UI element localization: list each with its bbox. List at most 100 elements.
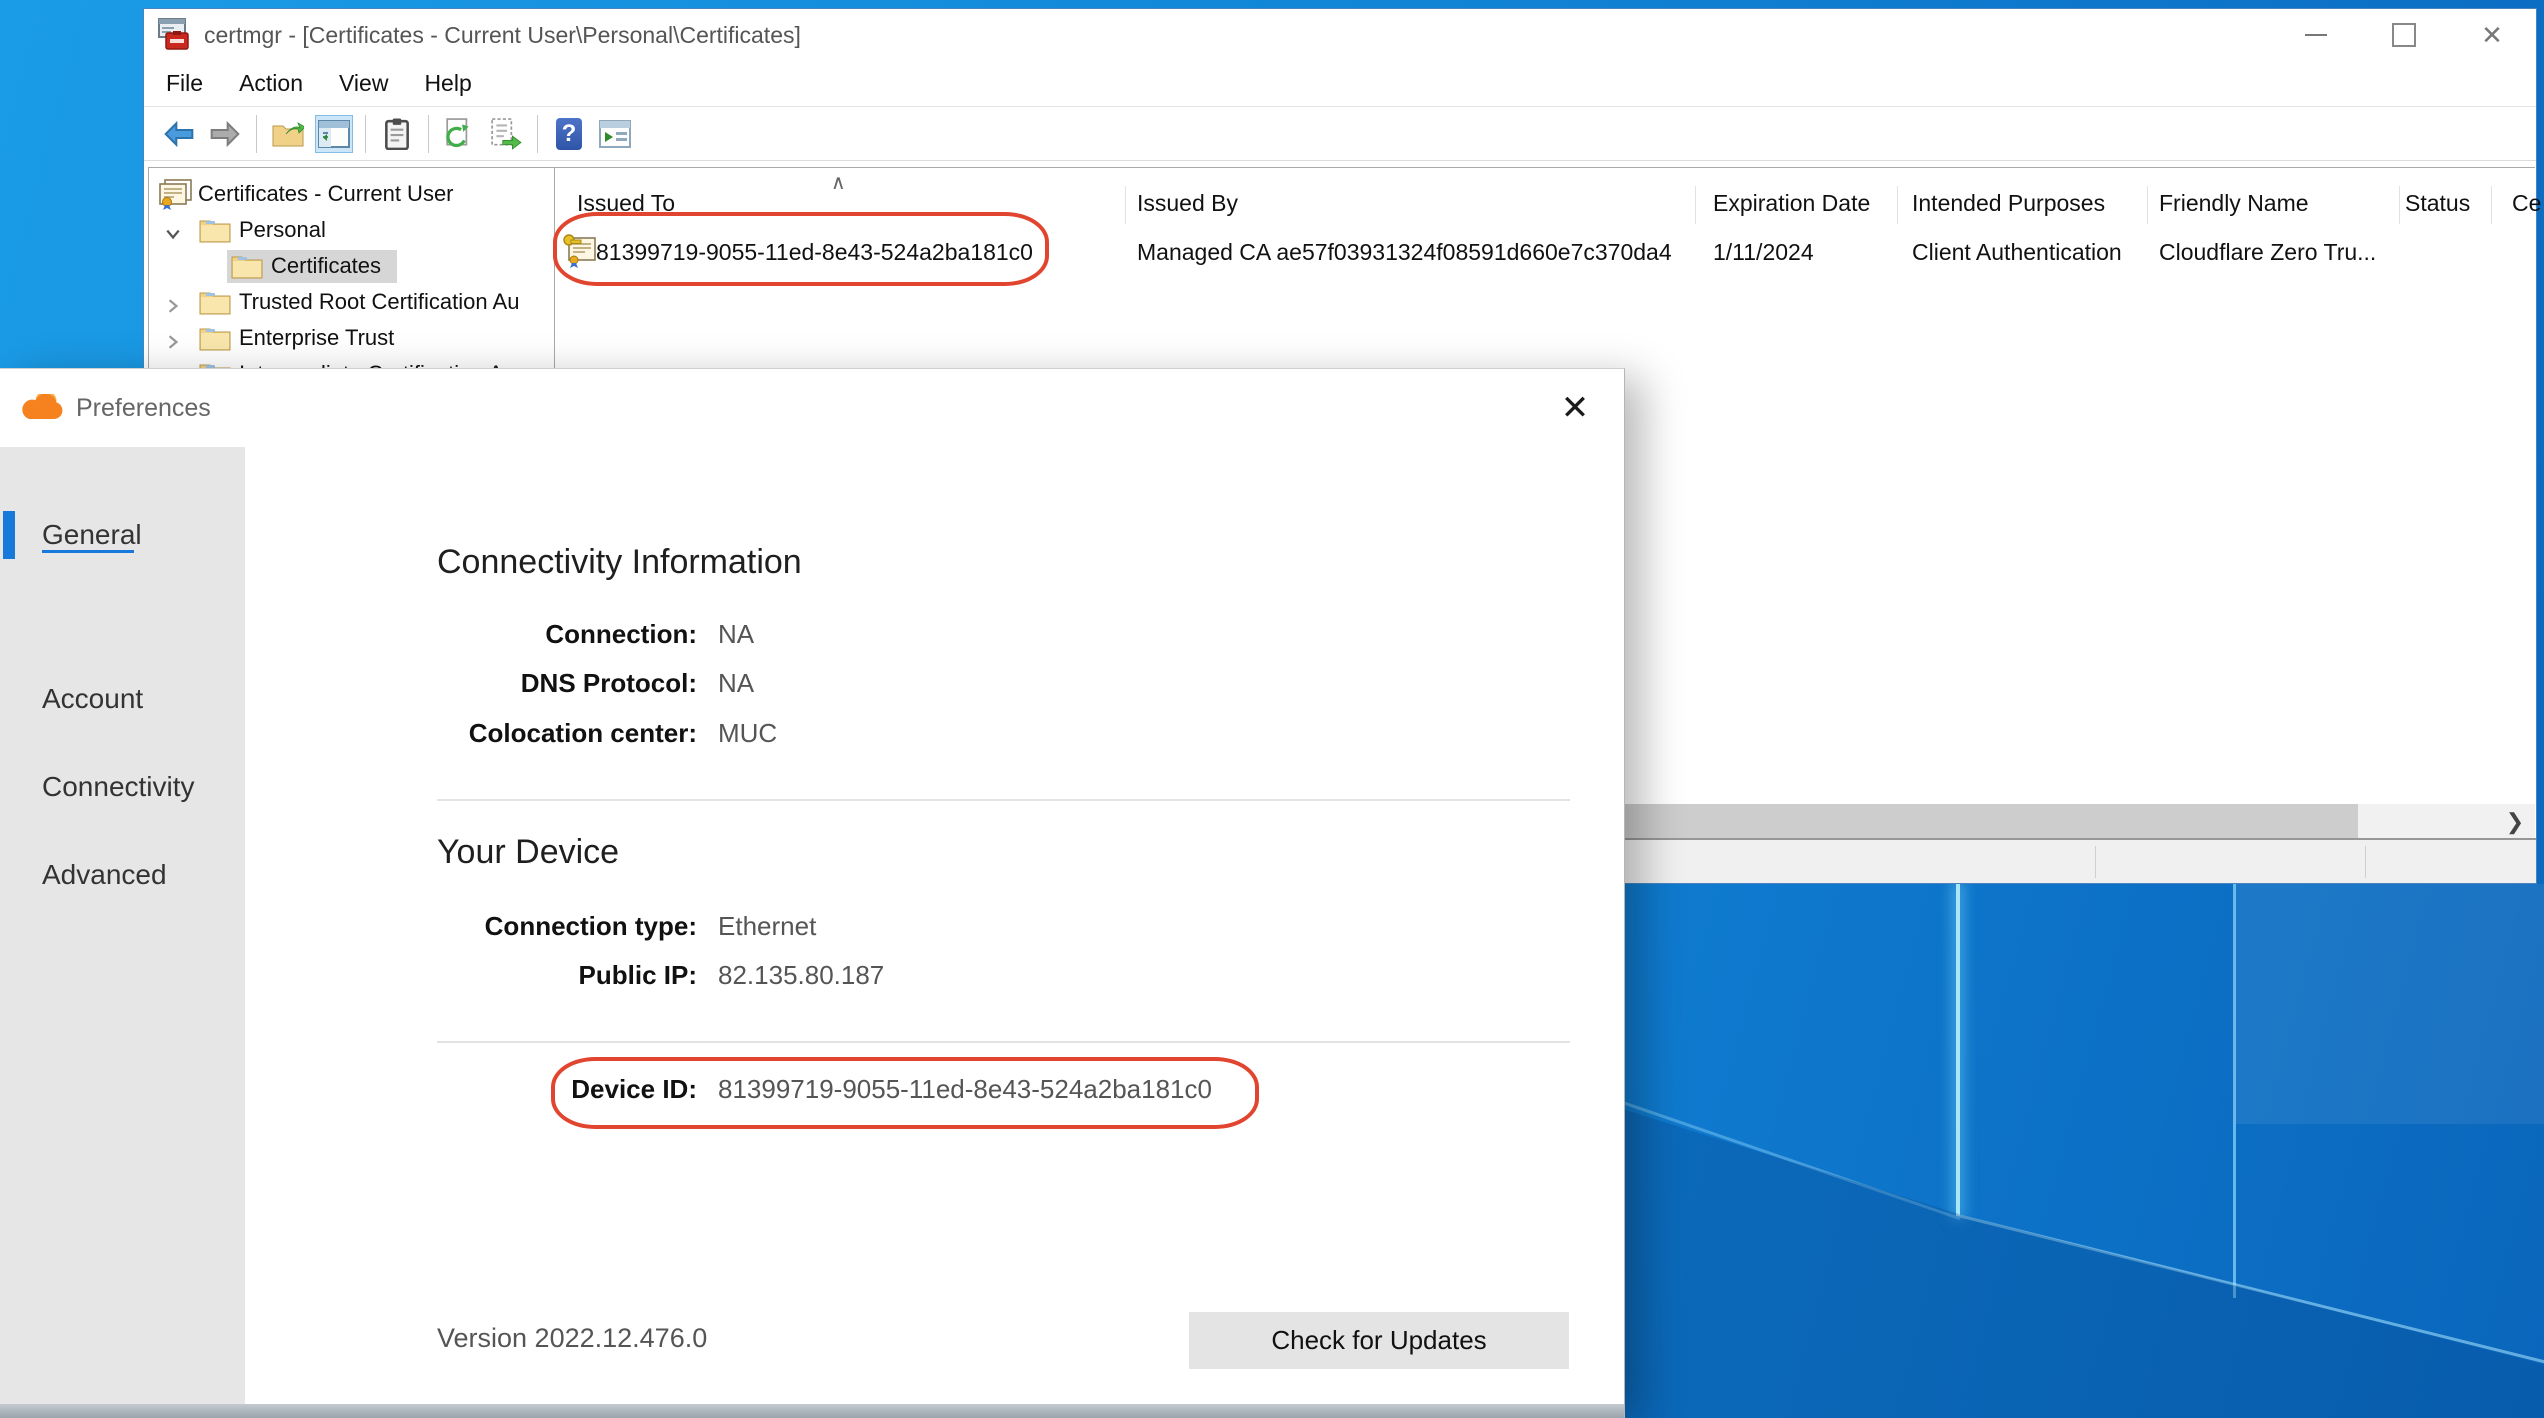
device-id-value: 81399719-9055-11ed-8e43-524a2ba181c0 xyxy=(718,1074,1212,1105)
refresh-icon xyxy=(444,118,476,150)
sidebar-item-general[interactable]: General xyxy=(42,519,142,551)
section-divider xyxy=(437,1041,1570,1043)
window-panel-icon xyxy=(599,118,631,150)
refresh-button[interactable] xyxy=(441,115,479,153)
folder-arrow-icon xyxy=(272,118,304,150)
back-button[interactable] xyxy=(160,115,198,153)
console-tree-icon xyxy=(318,118,350,150)
back-icon xyxy=(163,118,195,150)
preferences-window: Preferences ✕ General Account Connectivi… xyxy=(0,368,1625,1418)
column-header-ce[interactable]: Ce xyxy=(2512,190,2541,217)
tree-item-certificates-current-user[interactable]: Certificates - Current User xyxy=(149,176,554,212)
check-for-updates-button[interactable]: Check for Updates xyxy=(1189,1312,1569,1369)
colocation-center-label: Colocation center: xyxy=(245,718,697,749)
active-tab-accent-bar xyxy=(3,511,15,559)
preferences-titlebar[interactable]: Preferences ✕ xyxy=(0,369,1624,447)
scroll-right-button[interactable]: ❯ xyxy=(2495,804,2535,840)
column-header-expiration[interactable]: Expiration Date xyxy=(1713,190,1870,217)
tree-item-label: Trusted Root Certification Au xyxy=(239,289,519,315)
colocation-center-value: MUC xyxy=(718,718,777,749)
forward-icon xyxy=(209,118,241,150)
new-window-button[interactable] xyxy=(596,115,634,153)
section-heading-connectivity: Connectivity Information xyxy=(437,543,802,582)
chevron-right-icon[interactable] xyxy=(165,330,181,346)
wallpaper-panel xyxy=(2235,884,2544,1124)
toolbar-separator xyxy=(365,115,366,153)
wallpaper-edge-line xyxy=(2233,884,2236,1298)
cell-expiration: 1/11/2024 xyxy=(1713,239,1814,266)
column-header-purposes[interactable]: Intended Purposes xyxy=(1912,190,2105,217)
toolbar-separator xyxy=(428,115,429,153)
column-header-issued-to[interactable]: Issued To xyxy=(577,190,675,217)
help-button[interactable]: ? xyxy=(550,115,588,153)
menu-bar: File Action View Help xyxy=(144,61,2536,107)
chevron-right-icon[interactable] xyxy=(165,294,181,310)
chevron-down-icon[interactable] xyxy=(165,222,181,238)
tree-item-certificates[interactable]: Certificates xyxy=(149,248,554,284)
menu-view[interactable]: View xyxy=(339,70,388,97)
maximize-icon xyxy=(2392,23,2416,47)
cell-issued-by: Managed CA ae57f03931324f08591d660e7c370… xyxy=(1137,239,1672,266)
close-button[interactable]: ✕ xyxy=(2448,9,2536,61)
dns-protocol-label: DNS Protocol: xyxy=(245,668,697,699)
statusbar-divider xyxy=(2095,846,2096,878)
open-console-button[interactable] xyxy=(269,115,307,153)
forward-button[interactable] xyxy=(206,115,244,153)
dns-protocol-value: NA xyxy=(718,668,754,699)
preferences-close-button[interactable]: ✕ xyxy=(1552,385,1598,431)
column-divider[interactable] xyxy=(1897,186,1898,224)
active-tab-underline xyxy=(42,550,134,553)
preferences-bottom-edge xyxy=(0,1404,1624,1418)
certificate-icon xyxy=(561,232,599,270)
minimize-button[interactable] xyxy=(2272,9,2360,61)
menu-action[interactable]: Action xyxy=(239,70,303,97)
close-icon: ✕ xyxy=(2481,22,2503,48)
screen: certmgr - [Certificates - Current User\P… xyxy=(0,0,2544,1418)
column-divider[interactable] xyxy=(1695,186,1696,224)
sidebar-item-advanced[interactable]: Advanced xyxy=(42,859,167,891)
column-header-issued-by[interactable]: Issued By xyxy=(1137,190,1238,217)
sidebar-item-account[interactable]: Account xyxy=(42,683,143,715)
connection-value: NA xyxy=(718,619,754,650)
folder-icon xyxy=(199,325,231,351)
folder-icon xyxy=(199,289,231,315)
section-divider xyxy=(437,799,1570,801)
minimize-icon xyxy=(2305,34,2327,36)
preferences-title: Preferences xyxy=(76,394,211,423)
certmgr-app-icon xyxy=(156,17,192,53)
console-tree-toggle-button[interactable] xyxy=(315,115,353,153)
cloudflare-logo-icon xyxy=(20,394,64,422)
column-header-status[interactable]: Status xyxy=(2405,190,2470,217)
column-header-friendly[interactable]: Friendly Name xyxy=(2159,190,2309,217)
cell-issued-to: 81399719-9055-11ed-8e43-524a2ba181c0 xyxy=(596,239,1033,266)
version-text: Version 2022.12.476.0 xyxy=(437,1323,707,1354)
menu-help[interactable]: Help xyxy=(424,70,471,97)
tree-item-label: Certificates - Current User xyxy=(198,181,454,207)
close-icon: ✕ xyxy=(1561,388,1590,428)
maximize-button[interactable] xyxy=(2360,9,2448,61)
toolbar-separator xyxy=(537,115,538,153)
column-divider[interactable] xyxy=(2491,186,2492,224)
statusbar-divider xyxy=(2365,846,2366,878)
public-ip-label: Public IP: xyxy=(245,960,697,991)
window-title: certmgr - [Certificates - Current User\P… xyxy=(204,22,801,49)
export-list-button[interactable] xyxy=(487,115,525,153)
tree-item-personal[interactable]: Personal xyxy=(149,212,554,248)
certificate-row[interactable]: 81399719-9055-11ed-8e43-524a2ba181c0 Man… xyxy=(555,230,2535,274)
scroll-right-icon: ❯ xyxy=(2506,809,2524,835)
sidebar-item-connectivity[interactable]: Connectivity xyxy=(42,771,195,803)
paste-button[interactable] xyxy=(378,115,416,153)
folder-icon xyxy=(231,253,263,279)
section-heading-your-device: Your Device xyxy=(437,833,619,872)
help-icon: ? xyxy=(556,118,582,150)
column-divider[interactable] xyxy=(1125,186,1126,224)
clipboard-icon xyxy=(381,118,413,150)
export-list-icon xyxy=(490,118,522,150)
tree-item-label: Certificates xyxy=(271,253,381,279)
tree-item-enterprise-trust[interactable]: Enterprise Trust xyxy=(149,320,554,356)
menu-file[interactable]: File xyxy=(166,70,203,97)
tree-item-trusted-root[interactable]: Trusted Root Certification Au xyxy=(149,284,554,320)
column-divider[interactable] xyxy=(2147,186,2148,224)
certmgr-titlebar[interactable]: certmgr - [Certificates - Current User\P… xyxy=(144,9,2536,61)
column-divider[interactable] xyxy=(2399,186,2400,224)
